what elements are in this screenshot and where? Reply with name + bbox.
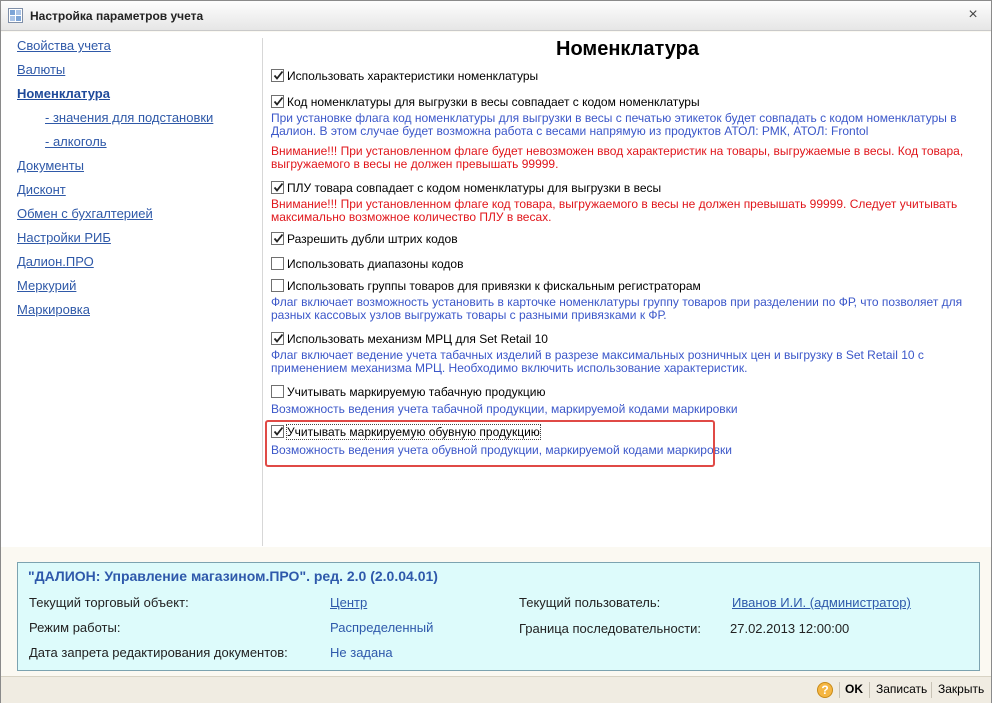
help-icon[interactable]: ? bbox=[817, 682, 833, 698]
info-panel: "ДАЛИОН: Управление магазином.ПРО". ред.… bbox=[17, 562, 980, 671]
dialog-footer: ? OK Записать Закрыть bbox=[1, 676, 991, 703]
current-user-link[interactable]: Иванов И.И. (администратор) bbox=[732, 595, 911, 610]
tobacco-hint: Возможность ведения учета табачной проду… bbox=[271, 402, 738, 416]
title-bar: Настройка параметров учета × bbox=[1, 1, 991, 31]
plu-warning: Внимание!!! При установленном флаге код … bbox=[271, 197, 958, 224]
option-label: Использовать характеристики номенклатуры bbox=[287, 69, 539, 83]
nav-item-documents[interactable]: Документы bbox=[17, 158, 84, 173]
checkbox-checked[interactable] bbox=[271, 232, 284, 245]
nav-item-mercury[interactable]: Меркурий bbox=[17, 278, 76, 293]
settings-window-icon bbox=[8, 8, 23, 23]
save-button[interactable]: Записать bbox=[876, 682, 927, 696]
scales-hint: При установке флага код номенклатуры для… bbox=[271, 111, 957, 138]
nav-item-nomenclature[interactable]: Номенклатура bbox=[17, 86, 110, 101]
product-version-title: "ДАЛИОН: Управление магазином.ПРО". ред.… bbox=[28, 568, 438, 584]
nav-item-alcohol[interactable]: - алкоголь bbox=[45, 134, 107, 149]
sequence-boundary-value: 27.02.2013 12:00:00 bbox=[730, 621, 850, 636]
mrc-hint: Флаг включает ведение учета табачных изд… bbox=[271, 348, 924, 375]
checkbox-checked[interactable] bbox=[271, 332, 284, 345]
option-label: Использовать механизм МРЦ для Set Retail… bbox=[287, 332, 548, 346]
checkbox-checked[interactable] bbox=[271, 69, 284, 82]
work-mode-label: Режим работы: bbox=[29, 620, 121, 635]
edit-lock-date-value: Не задана bbox=[330, 645, 393, 660]
checkbox-unchecked[interactable] bbox=[271, 257, 284, 270]
option-label: Использовать группы товаров для привязки… bbox=[287, 279, 701, 293]
sequence-boundary-label: Граница последовательности: bbox=[519, 621, 702, 636]
nav-item-currencies[interactable]: Валюты bbox=[17, 62, 65, 77]
scales-warning: Внимание!!! При установленном флаге буде… bbox=[271, 144, 964, 171]
option-label: Разрешить дубли штрих кодов bbox=[287, 232, 458, 246]
nav-item-marking[interactable]: Маркировка bbox=[17, 302, 90, 317]
checkbox-unchecked[interactable] bbox=[271, 385, 284, 398]
footer-separator bbox=[931, 682, 932, 698]
nav-item-dalion-pro[interactable]: Далион.ПРО bbox=[17, 254, 94, 269]
fiscal-groups-hint: Флаг включает возможность установить в к… bbox=[271, 295, 963, 322]
option-label: ПЛУ товара совпадает с кодом номенклатур… bbox=[287, 181, 662, 195]
nav-item-discount[interactable]: Дисконт bbox=[17, 182, 66, 197]
close-button[interactable]: Закрыть bbox=[938, 682, 984, 696]
page-title: Номенклатура bbox=[556, 38, 699, 60]
highlight-frame bbox=[265, 420, 715, 467]
nomenclature-panel: Номенклатура Использовать характеристики… bbox=[264, 32, 991, 547]
current-store-link[interactable]: Центр bbox=[330, 595, 367, 610]
work-mode-value: Распределенный bbox=[330, 620, 434, 635]
footer-separator bbox=[839, 682, 840, 698]
nav-item-accounting-exchange[interactable]: Обмен с бухгалтерией bbox=[17, 206, 153, 221]
checkbox-unchecked[interactable] bbox=[271, 279, 284, 292]
option-label: Учитывать маркируемую табачную продукцию bbox=[287, 385, 546, 399]
settings-window: Настройка параметров учета × Свойства уч… bbox=[0, 0, 992, 703]
ok-button[interactable]: OK bbox=[845, 682, 863, 696]
nav-item-rib-settings[interactable]: Настройки РИБ bbox=[17, 230, 111, 245]
current-user-label: Текущий пользователь: bbox=[519, 595, 661, 610]
option-label: Использовать диапазоны кодов bbox=[287, 257, 464, 271]
current-store-label: Текущий торговый объект: bbox=[29, 595, 189, 610]
footer-separator bbox=[869, 682, 870, 698]
nav-item-accounting-properties[interactable]: Свойства учета bbox=[17, 38, 111, 53]
nav-divider bbox=[262, 38, 263, 546]
close-window-button[interactable]: × bbox=[963, 6, 983, 24]
checkbox-checked[interactable] bbox=[271, 95, 284, 108]
window-title: Настройка параметров учета bbox=[30, 9, 204, 23]
content-area: Свойства учета Валюты Номенклатура - зна… bbox=[1, 32, 991, 547]
edit-lock-date-label: Дата запрета редактирования документов: bbox=[29, 645, 288, 660]
option-label: Код номенклатуры для выгрузки в весы сов… bbox=[287, 95, 700, 109]
checkbox-checked[interactable] bbox=[271, 181, 284, 194]
settings-nav: Свойства учета Валюты Номенклатура - зна… bbox=[1, 32, 263, 547]
nav-item-substitution-values[interactable]: - значения для подстановки bbox=[45, 110, 213, 125]
